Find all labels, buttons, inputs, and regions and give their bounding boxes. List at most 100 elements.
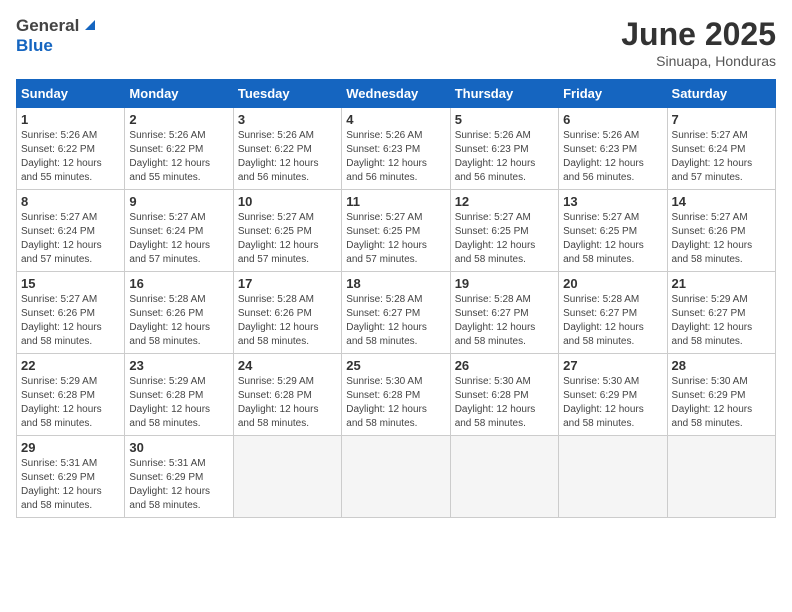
cell-day-number: 15 xyxy=(21,276,120,291)
cell-day-number: 21 xyxy=(672,276,771,291)
calendar-cell: 23 Sunrise: 5:29 AM Sunset: 6:28 PM Dayl… xyxy=(125,354,233,436)
calendar-cell: 1 Sunrise: 5:26 AM Sunset: 6:22 PM Dayli… xyxy=(17,108,125,190)
calendar: SundayMondayTuesdayWednesdayThursdayFrid… xyxy=(16,79,776,518)
calendar-cell: 29 Sunrise: 5:31 AM Sunset: 6:29 PM Dayl… xyxy=(17,436,125,518)
cell-day-number: 10 xyxy=(238,194,337,209)
cell-info: Sunrise: 5:28 AM Sunset: 6:26 PM Dayligh… xyxy=(129,293,228,349)
cell-info: Sunrise: 5:30 AM Sunset: 6:28 PM Dayligh… xyxy=(346,375,445,431)
logo-blue: Blue xyxy=(16,36,53,56)
logo: General Blue xyxy=(16,16,97,56)
cell-day-number: 24 xyxy=(238,358,337,373)
day-header-monday: Monday xyxy=(125,80,233,108)
calendar-cell xyxy=(667,436,775,518)
month-title: June 2025 xyxy=(621,16,776,53)
cell-day-number: 3 xyxy=(238,112,337,127)
logo-general: General xyxy=(16,16,79,36)
cell-info: Sunrise: 5:29 AM Sunset: 6:27 PM Dayligh… xyxy=(672,293,771,349)
calendar-cell xyxy=(450,436,558,518)
cell-day-number: 26 xyxy=(455,358,554,373)
cell-day-number: 8 xyxy=(21,194,120,209)
cell-info: Sunrise: 5:27 AM Sunset: 6:25 PM Dayligh… xyxy=(563,211,662,267)
cell-info: Sunrise: 5:27 AM Sunset: 6:24 PM Dayligh… xyxy=(129,211,228,267)
cell-info: Sunrise: 5:29 AM Sunset: 6:28 PM Dayligh… xyxy=(21,375,120,431)
location-subtitle: Sinuapa, Honduras xyxy=(621,53,776,69)
calendar-cell: 3 Sunrise: 5:26 AM Sunset: 6:22 PM Dayli… xyxy=(233,108,341,190)
cell-day-number: 4 xyxy=(346,112,445,127)
calendar-cell: 21 Sunrise: 5:29 AM Sunset: 6:27 PM Dayl… xyxy=(667,272,775,354)
cell-info: Sunrise: 5:26 AM Sunset: 6:23 PM Dayligh… xyxy=(563,129,662,185)
calendar-cell: 12 Sunrise: 5:27 AM Sunset: 6:25 PM Dayl… xyxy=(450,190,558,272)
header: General Blue June 2025 Sinuapa, Honduras xyxy=(16,16,776,69)
calendar-cell: 30 Sunrise: 5:31 AM Sunset: 6:29 PM Dayl… xyxy=(125,436,233,518)
cell-day-number: 27 xyxy=(563,358,662,373)
calendar-cell: 8 Sunrise: 5:27 AM Sunset: 6:24 PM Dayli… xyxy=(17,190,125,272)
calendar-cell xyxy=(342,436,450,518)
cell-info: Sunrise: 5:31 AM Sunset: 6:29 PM Dayligh… xyxy=(129,457,228,513)
cell-info: Sunrise: 5:27 AM Sunset: 6:26 PM Dayligh… xyxy=(672,211,771,267)
calendar-cell: 26 Sunrise: 5:30 AM Sunset: 6:28 PM Dayl… xyxy=(450,354,558,436)
cell-info: Sunrise: 5:27 AM Sunset: 6:25 PM Dayligh… xyxy=(238,211,337,267)
cell-day-number: 6 xyxy=(563,112,662,127)
cell-info: Sunrise: 5:27 AM Sunset: 6:26 PM Dayligh… xyxy=(21,293,120,349)
cell-day-number: 5 xyxy=(455,112,554,127)
calendar-cell: 19 Sunrise: 5:28 AM Sunset: 6:27 PM Dayl… xyxy=(450,272,558,354)
day-header-thursday: Thursday xyxy=(450,80,558,108)
calendar-week-row: 1 Sunrise: 5:26 AM Sunset: 6:22 PM Dayli… xyxy=(17,108,776,190)
logo-triangle-icon xyxy=(81,16,97,32)
calendar-cell: 5 Sunrise: 5:26 AM Sunset: 6:23 PM Dayli… xyxy=(450,108,558,190)
calendar-cell: 22 Sunrise: 5:29 AM Sunset: 6:28 PM Dayl… xyxy=(17,354,125,436)
calendar-cell: 25 Sunrise: 5:30 AM Sunset: 6:28 PM Dayl… xyxy=(342,354,450,436)
cell-info: Sunrise: 5:29 AM Sunset: 6:28 PM Dayligh… xyxy=(129,375,228,431)
day-header-tuesday: Tuesday xyxy=(233,80,341,108)
cell-info: Sunrise: 5:27 AM Sunset: 6:25 PM Dayligh… xyxy=(346,211,445,267)
cell-day-number: 11 xyxy=(346,194,445,209)
cell-day-number: 2 xyxy=(129,112,228,127)
cell-info: Sunrise: 5:28 AM Sunset: 6:27 PM Dayligh… xyxy=(455,293,554,349)
calendar-week-row: 8 Sunrise: 5:27 AM Sunset: 6:24 PM Dayli… xyxy=(17,190,776,272)
calendar-cell: 15 Sunrise: 5:27 AM Sunset: 6:26 PM Dayl… xyxy=(17,272,125,354)
calendar-cell: 4 Sunrise: 5:26 AM Sunset: 6:23 PM Dayli… xyxy=(342,108,450,190)
cell-info: Sunrise: 5:29 AM Sunset: 6:28 PM Dayligh… xyxy=(238,375,337,431)
cell-day-number: 1 xyxy=(21,112,120,127)
cell-day-number: 28 xyxy=(672,358,771,373)
cell-info: Sunrise: 5:26 AM Sunset: 6:23 PM Dayligh… xyxy=(455,129,554,185)
cell-info: Sunrise: 5:27 AM Sunset: 6:24 PM Dayligh… xyxy=(21,211,120,267)
cell-info: Sunrise: 5:26 AM Sunset: 6:23 PM Dayligh… xyxy=(346,129,445,185)
day-header-sunday: Sunday xyxy=(17,80,125,108)
cell-info: Sunrise: 5:31 AM Sunset: 6:29 PM Dayligh… xyxy=(21,457,120,513)
calendar-cell: 10 Sunrise: 5:27 AM Sunset: 6:25 PM Dayl… xyxy=(233,190,341,272)
cell-info: Sunrise: 5:30 AM Sunset: 6:29 PM Dayligh… xyxy=(672,375,771,431)
cell-day-number: 18 xyxy=(346,276,445,291)
cell-info: Sunrise: 5:30 AM Sunset: 6:28 PM Dayligh… xyxy=(455,375,554,431)
cell-info: Sunrise: 5:26 AM Sunset: 6:22 PM Dayligh… xyxy=(238,129,337,185)
calendar-cell xyxy=(559,436,667,518)
cell-info: Sunrise: 5:27 AM Sunset: 6:25 PM Dayligh… xyxy=(455,211,554,267)
cell-day-number: 14 xyxy=(672,194,771,209)
cell-day-number: 25 xyxy=(346,358,445,373)
cell-day-number: 13 xyxy=(563,194,662,209)
day-header-saturday: Saturday xyxy=(667,80,775,108)
calendar-cell: 6 Sunrise: 5:26 AM Sunset: 6:23 PM Dayli… xyxy=(559,108,667,190)
calendar-cell: 28 Sunrise: 5:30 AM Sunset: 6:29 PM Dayl… xyxy=(667,354,775,436)
cell-day-number: 9 xyxy=(129,194,228,209)
calendar-cell: 7 Sunrise: 5:27 AM Sunset: 6:24 PM Dayli… xyxy=(667,108,775,190)
calendar-cell: 14 Sunrise: 5:27 AM Sunset: 6:26 PM Dayl… xyxy=(667,190,775,272)
calendar-week-row: 29 Sunrise: 5:31 AM Sunset: 6:29 PM Dayl… xyxy=(17,436,776,518)
cell-info: Sunrise: 5:26 AM Sunset: 6:22 PM Dayligh… xyxy=(21,129,120,185)
calendar-cell: 20 Sunrise: 5:28 AM Sunset: 6:27 PM Dayl… xyxy=(559,272,667,354)
calendar-header-row: SundayMondayTuesdayWednesdayThursdayFrid… xyxy=(17,80,776,108)
calendar-week-row: 22 Sunrise: 5:29 AM Sunset: 6:28 PM Dayl… xyxy=(17,354,776,436)
calendar-cell: 13 Sunrise: 5:27 AM Sunset: 6:25 PM Dayl… xyxy=(559,190,667,272)
cell-info: Sunrise: 5:30 AM Sunset: 6:29 PM Dayligh… xyxy=(563,375,662,431)
calendar-cell: 17 Sunrise: 5:28 AM Sunset: 6:26 PM Dayl… xyxy=(233,272,341,354)
calendar-cell: 2 Sunrise: 5:26 AM Sunset: 6:22 PM Dayli… xyxy=(125,108,233,190)
calendar-cell: 9 Sunrise: 5:27 AM Sunset: 6:24 PM Dayli… xyxy=(125,190,233,272)
cell-day-number: 23 xyxy=(129,358,228,373)
day-header-friday: Friday xyxy=(559,80,667,108)
cell-day-number: 20 xyxy=(563,276,662,291)
title-area: June 2025 Sinuapa, Honduras xyxy=(621,16,776,69)
calendar-cell: 18 Sunrise: 5:28 AM Sunset: 6:27 PM Dayl… xyxy=(342,272,450,354)
cell-day-number: 19 xyxy=(455,276,554,291)
cell-day-number: 30 xyxy=(129,440,228,455)
cell-day-number: 17 xyxy=(238,276,337,291)
